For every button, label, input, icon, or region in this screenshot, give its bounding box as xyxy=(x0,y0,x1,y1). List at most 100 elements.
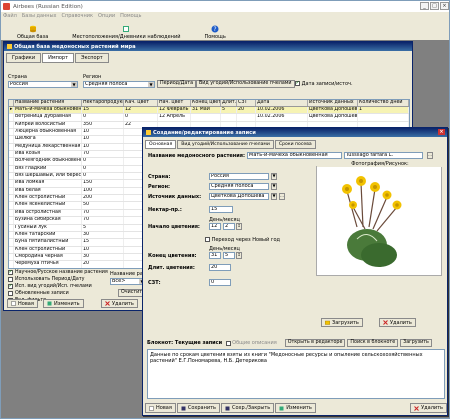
menu-options[interactable]: Опции xyxy=(98,13,115,19)
table-cell: Буна пятипалистный xyxy=(14,239,82,246)
plant-russian-name-field[interactable]: Мать-и-мачеха обыкновенная xyxy=(247,152,342,159)
column-header-days[interactable]: Количество дней xyxy=(358,100,409,106)
menu-databases[interactable]: Базы данных xyxy=(22,13,57,19)
table-cell: 12 xyxy=(124,107,158,114)
source-label: Источник данных: xyxy=(148,194,202,200)
end-spinner[interactable]: ↕ xyxy=(236,252,242,259)
edit-button[interactable]: Изменить xyxy=(275,403,316,413)
minimize-button[interactable]: _ xyxy=(420,2,429,10)
region-select[interactable]: Средняя полоса ▼ xyxy=(83,81,155,88)
maximize-button[interactable]: □ xyxy=(430,2,439,10)
column-header-szt[interactable]: СЗТ xyxy=(237,100,256,106)
delete-record-button[interactable]: Удалить xyxy=(101,299,138,308)
save-button[interactable]: Сохранить xyxy=(176,403,220,413)
close-button[interactable]: × xyxy=(440,2,449,10)
region-dropdown-button[interactable]: ▼ xyxy=(271,183,277,190)
general-db-title: Общая база медоносных растений мира xyxy=(14,43,136,50)
new-record-button[interactable]: Новая xyxy=(7,299,38,308)
delete-button[interactable]: Удалить xyxy=(410,403,447,413)
help-icon: ? xyxy=(211,25,219,33)
region-select-value: Средняя полоса xyxy=(85,81,128,87)
option-checkbox[interactable] xyxy=(8,283,13,289)
toolbar-locations-button[interactable]: Местоположения/Дневники наблюдений xyxy=(72,20,180,40)
notebook-search-label: Поиск в блокноте xyxy=(350,340,396,345)
menu-file[interactable]: Файл xyxy=(3,13,17,19)
new-button[interactable]: Новая xyxy=(145,403,176,413)
tab-land-use[interactable]: Вид угодий/Использование пчелами xyxy=(177,140,274,149)
end-month-field[interactable]: 5 xyxy=(223,252,235,259)
date-source-checkbox[interactable] xyxy=(295,80,300,86)
column-header-source[interactable]: Источник данных xyxy=(308,100,358,106)
new-year-checkbox[interactable] xyxy=(205,237,210,242)
start-month-field[interactable]: 2 xyxy=(223,223,235,230)
name-search-select[interactable]: Все>▼ xyxy=(110,278,146,285)
tab-export[interactable]: Экспорт xyxy=(75,53,109,63)
column-header-quality[interactable]: Кач. цвет xyxy=(124,100,158,106)
column-header-start[interactable]: Нач. цвет xyxy=(158,100,191,106)
start-day-value: 12 xyxy=(211,223,218,229)
source-field[interactable]: Цветкова Допошева xyxy=(209,193,269,200)
table-row[interactable]: Ветреница дубравная 0 0 12 Апрель 10.02.2006… xyxy=(9,114,409,122)
photo-delete-button[interactable]: Удалить xyxy=(379,318,416,327)
notebook-text[interactable]: Данные по срокам цветения взяты из книги… xyxy=(147,349,445,399)
tab-main[interactable]: Основная xyxy=(145,140,177,149)
nectar-field[interactable]: 15 xyxy=(209,206,233,213)
toolbar-general-db-button[interactable]: Общая база xyxy=(17,20,48,40)
open-editor-button[interactable]: Открыть в редакторе xyxy=(284,339,346,347)
edit-record-label: Изменить xyxy=(54,300,80,307)
source-value: Цветкова Допошева xyxy=(211,193,265,199)
end-day-value: 31 xyxy=(211,252,218,258)
plant-name-browse-button[interactable]: ... xyxy=(427,152,433,159)
save-close-label: Сохр./Закрыть xyxy=(231,405,271,411)
country-select[interactable]: Россия ▼ xyxy=(8,81,78,88)
menu-help[interactable]: Помощь xyxy=(120,13,141,19)
start-day-field[interactable]: 12 xyxy=(209,223,221,230)
date-source-option[interactable]: Дата записи/источ. xyxy=(295,80,353,87)
country-dropdown-button[interactable]: ▼ xyxy=(271,173,277,180)
plant-name-label: Название медоносного растения: xyxy=(148,153,245,159)
table-cell: Смородина черная xyxy=(14,253,82,261)
tab-charts[interactable]: Графики xyxy=(6,53,42,63)
source-dropdown-button[interactable]: ▼ xyxy=(271,193,277,200)
option-checkbox[interactable] xyxy=(8,269,13,275)
column-header-date[interactable]: Дата xyxy=(256,100,308,106)
column-header-duration[interactable]: Длит. цвет xyxy=(221,100,237,106)
new-year-option[interactable]: Переход через Новый год xyxy=(205,237,280,243)
edit-record-titlebar: Создание/редактирование записи × xyxy=(143,128,447,137)
country-field[interactable]: Россия xyxy=(209,173,269,180)
table-row[interactable]: ▸Мать-и-мачеха обыкновенная151212 Феврал… xyxy=(9,107,409,115)
end-day-field[interactable]: 31 xyxy=(209,252,221,259)
period-date-button[interactable]: Период/Дата xyxy=(157,80,197,88)
edit-record-window: Создание/редактирование записи × Основна… xyxy=(142,127,448,416)
option-checkbox[interactable] xyxy=(8,277,13,282)
menu-reference[interactable]: Справочник xyxy=(61,13,93,19)
option-updated[interactable]: Обновленные записи xyxy=(8,291,69,296)
survey-type-button[interactable]: Вид угодий/Использование пчелами xyxy=(196,80,295,88)
start-spinner[interactable]: ↕ xyxy=(236,223,242,230)
duration-field[interactable]: 20 xyxy=(209,264,231,271)
shared-notes-checkbox[interactable] xyxy=(226,340,232,346)
toolbar-help-button[interactable]: ? Помощь xyxy=(204,20,226,40)
photo-load-button[interactable]: Загрузить xyxy=(321,318,363,327)
column-header-end[interactable]: Конец цвет xyxy=(191,100,221,106)
save-close-button[interactable]: Сохр./Закрыть xyxy=(220,403,275,413)
tab-import[interactable]: Импорт xyxy=(42,53,75,63)
notebook-search-button[interactable]: Поиск в блокноте xyxy=(347,339,399,347)
plant-latin-name-field[interactable]: Tussilago farfara L. xyxy=(344,152,423,159)
column-header-plant[interactable]: Название растения xyxy=(14,100,82,106)
notebook-load-button[interactable]: Загрузить xyxy=(400,339,432,347)
tab-sowing[interactable]: Сроки посева xyxy=(274,140,316,149)
option-plant-name[interactable]: Научное/Русское название растения xyxy=(8,269,108,275)
close-icon[interactable]: × xyxy=(438,129,445,135)
option-checkbox[interactable] xyxy=(8,291,13,296)
column-header-nectar[interactable]: Нектаропродукц xyxy=(82,100,124,106)
chevron-down-icon: ▼ xyxy=(71,82,77,87)
delete-label: Удалить xyxy=(421,405,443,411)
source-browse-button[interactable]: ... xyxy=(279,193,285,200)
option-survey-type[interactable]: Исп. вид угодий/Исп. пчелами xyxy=(8,283,92,289)
region-field[interactable]: Средняя полоса xyxy=(209,183,269,190)
szt-field[interactable]: 0 xyxy=(209,279,231,286)
name-search-value: Все> xyxy=(112,278,126,284)
edit-record-button[interactable]: Изменить xyxy=(43,299,84,308)
option-use-period[interactable]: Использовать Период/Дату xyxy=(8,277,85,282)
